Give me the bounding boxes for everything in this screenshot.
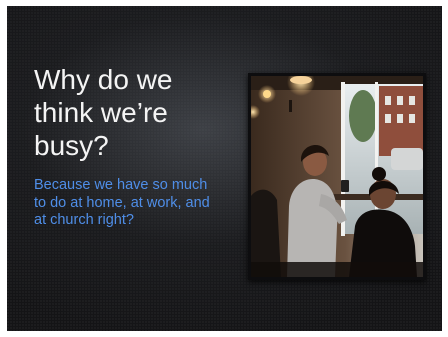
photo-frame bbox=[248, 73, 426, 280]
parked-car bbox=[391, 148, 423, 170]
slide-title: Why do we think we’re busy? bbox=[34, 64, 173, 161]
foreground-shadow bbox=[251, 262, 423, 277]
cafe-photo bbox=[251, 76, 423, 277]
phone bbox=[341, 180, 349, 192]
wall-lamp bbox=[289, 100, 292, 112]
page: Why do we think we’re busy? Because we h… bbox=[0, 0, 448, 337]
slide-subtitle: Because we have so much to do at home, a… bbox=[34, 177, 210, 228]
pendant-lamp bbox=[290, 76, 312, 84]
woman-hair-bun bbox=[372, 167, 386, 181]
street-tree bbox=[349, 90, 377, 142]
pendant-lamp bbox=[263, 90, 271, 98]
presentation-slide: Why do we think we’re busy? Because we h… bbox=[7, 6, 442, 331]
